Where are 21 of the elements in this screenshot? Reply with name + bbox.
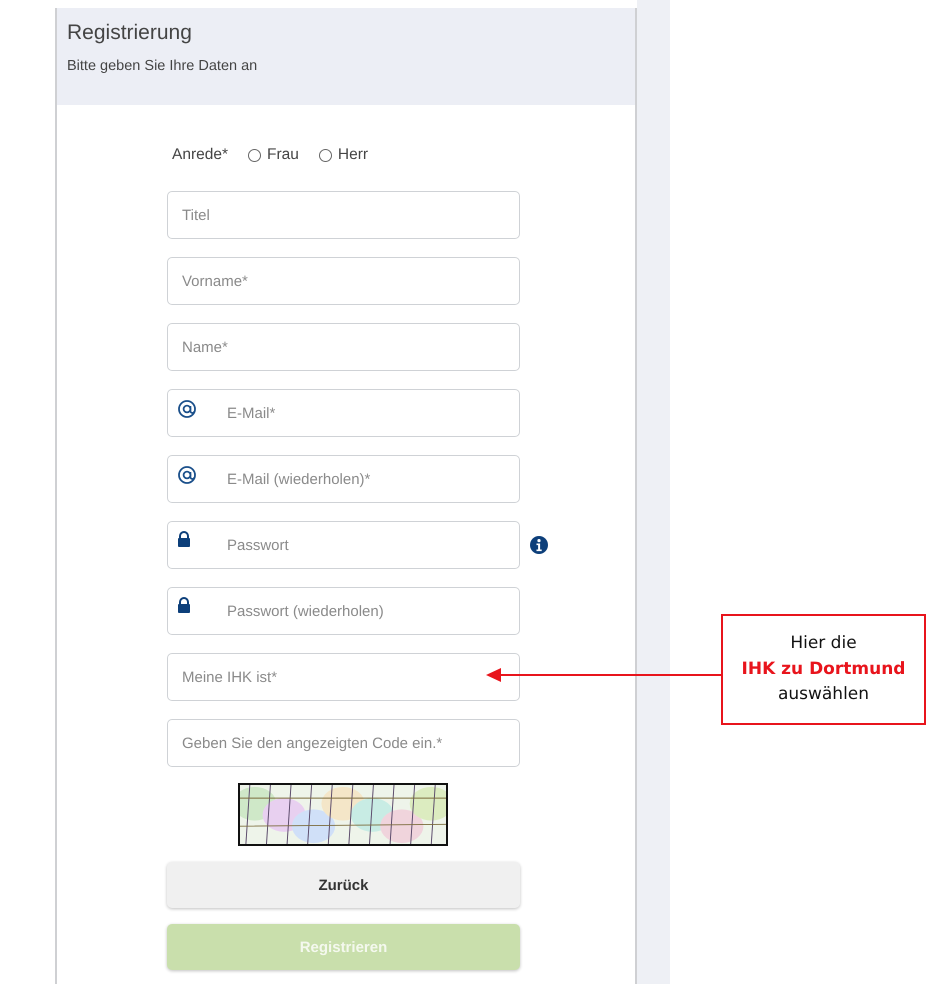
input-field[interactable]: Vorname*	[167, 257, 520, 305]
at-icon	[177, 465, 197, 485]
input-field[interactable]: Titel	[167, 191, 520, 239]
callout-text: Hier die IHK zu Dortmund auswählen	[740, 632, 906, 706]
page-subtitle: Bitte geben Sie Ihre Daten an	[67, 58, 258, 74]
salutation-label: Anrede*	[172, 146, 228, 164]
back-button[interactable]: Zurück	[167, 862, 520, 908]
input-field[interactable]: Geben Sie den angezeigten Code ein.*	[167, 719, 520, 767]
input-field[interactable]: E-Mail (wiederholen)*	[167, 455, 520, 503]
at-icon	[177, 399, 197, 419]
radio-option[interactable]: Herr	[318, 146, 368, 164]
lock-icon	[177, 531, 191, 547]
input-field[interactable]: Meine IHK ist*	[167, 653, 520, 701]
page-title: Registrierung	[67, 21, 193, 45]
info-icon[interactable]	[530, 536, 548, 554]
radio-option[interactable]: Frau	[248, 146, 299, 164]
input-field[interactable]: Passwort (wiederholen)	[167, 587, 520, 635]
input-field[interactable]: E-Mail*	[167, 389, 520, 437]
input-field[interactable]: Passwort	[167, 521, 520, 569]
input-field[interactable]: Name*	[167, 323, 520, 371]
lock-icon	[177, 597, 191, 613]
